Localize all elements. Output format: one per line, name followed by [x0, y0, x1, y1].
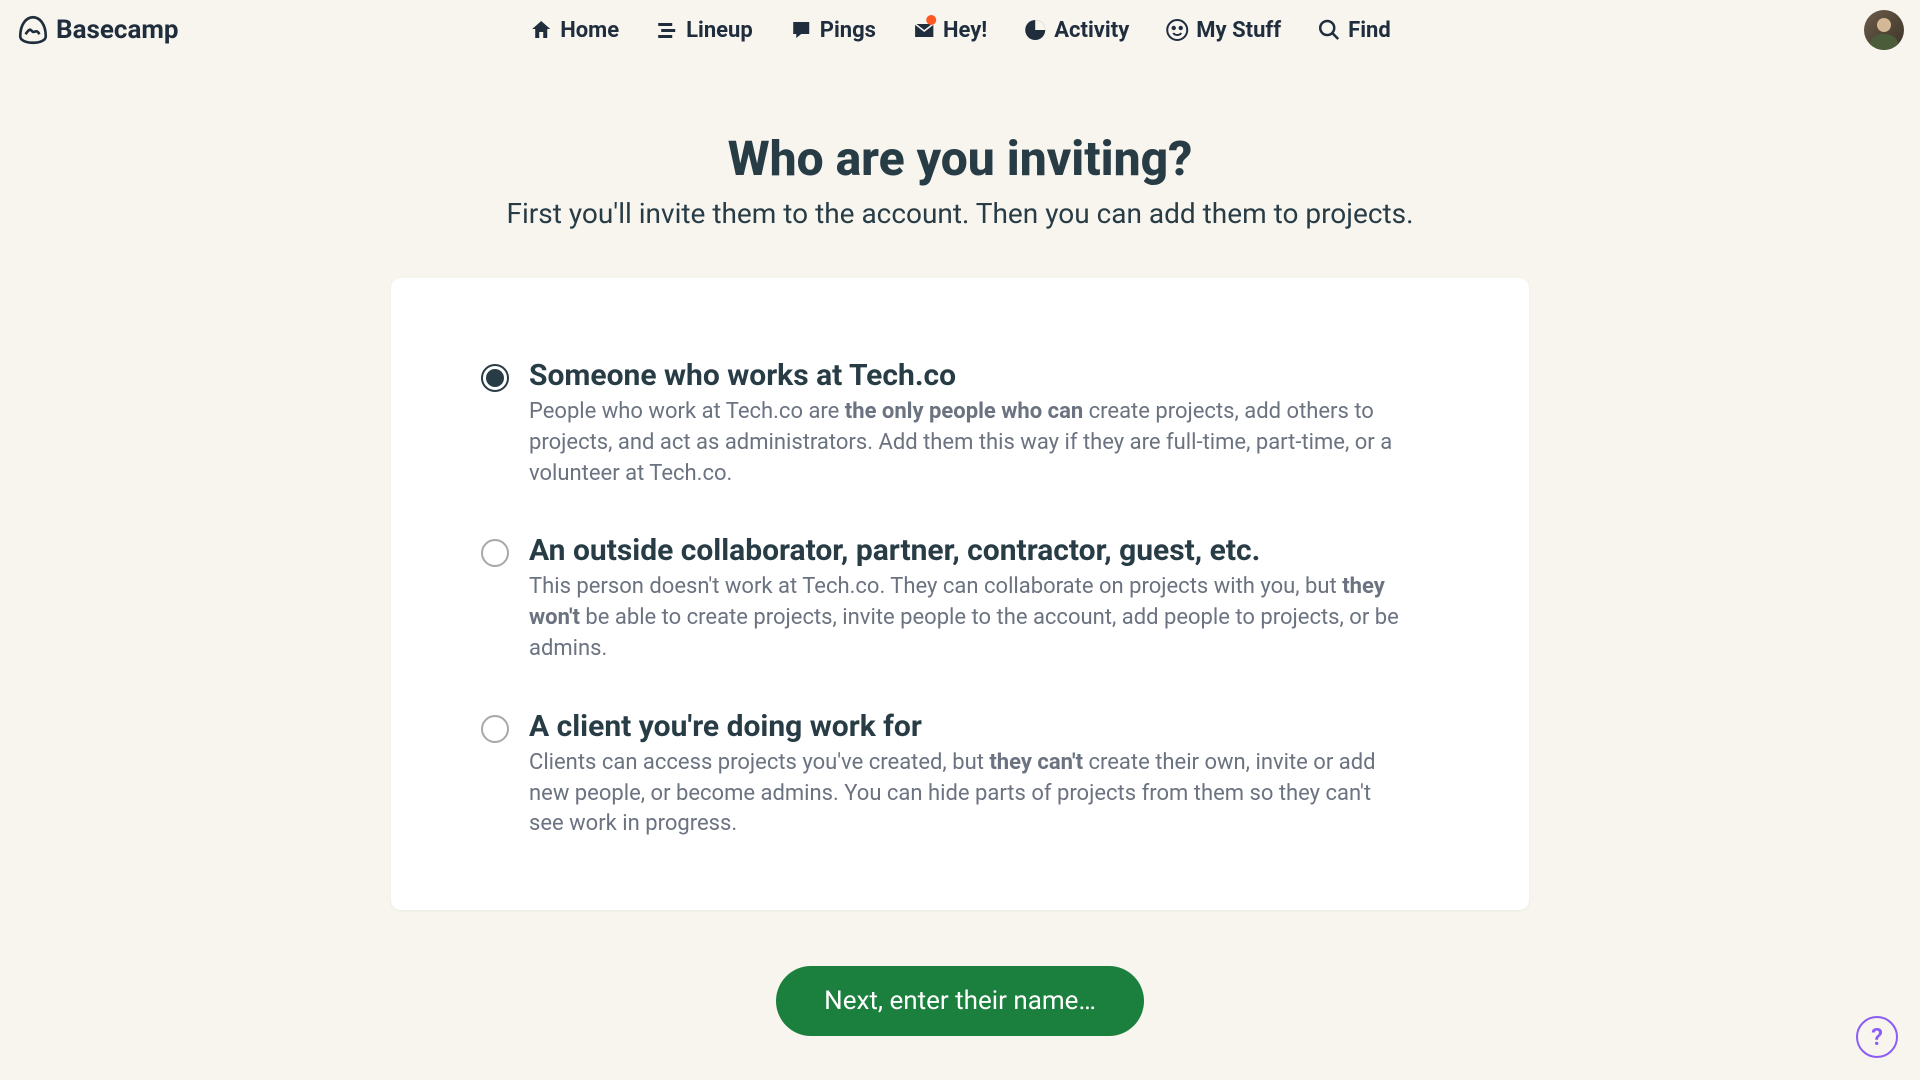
- nav-activity[interactable]: Activity: [1023, 18, 1129, 43]
- option-content: An outside collaborator, partner, contra…: [529, 533, 1409, 664]
- nav-find[interactable]: Find: [1317, 18, 1391, 43]
- nav-pings[interactable]: Pings: [789, 18, 876, 43]
- nav-label: Find: [1348, 18, 1391, 43]
- nav-hey[interactable]: Hey!: [912, 18, 987, 43]
- nav-label: My Stuff: [1196, 18, 1281, 43]
- option-desc: People who work at Tech.co are the only …: [529, 397, 1409, 489]
- nav-label: Hey!: [943, 18, 987, 43]
- invite-options-card: Someone who works at Tech.co People who …: [391, 278, 1529, 910]
- next-button[interactable]: Next, enter their name…: [776, 966, 1144, 1036]
- radio-selected[interactable]: [481, 364, 509, 392]
- nav-lineup[interactable]: Lineup: [655, 18, 753, 43]
- main-content: Who are you inviting? First you'll invit…: [0, 60, 1920, 1036]
- option-desc: This person doesn't work at Tech.co. The…: [529, 572, 1409, 664]
- avatar[interactable]: [1864, 10, 1904, 50]
- help-button[interactable]: ?: [1856, 1016, 1898, 1058]
- nav-home[interactable]: Home: [529, 18, 619, 43]
- radio-unselected[interactable]: [481, 715, 509, 743]
- option-content: Someone who works at Tech.co People who …: [529, 358, 1409, 489]
- notification-dot: [926, 15, 936, 25]
- pings-icon: [789, 18, 813, 42]
- mystuff-icon: [1165, 18, 1189, 42]
- nav-label: Activity: [1054, 18, 1129, 43]
- top-nav: Basecamp Home Lineup Pings Hey! Activity…: [0, 0, 1920, 60]
- radio-unselected[interactable]: [481, 539, 509, 567]
- lineup-icon: [655, 18, 679, 42]
- basecamp-logo-icon: [16, 13, 50, 47]
- page-title: Who are you inviting?: [728, 130, 1193, 187]
- option-content: A client you're doing work for Clients c…: [529, 709, 1409, 840]
- nav-label: Pings: [820, 18, 876, 43]
- nav-label: Lineup: [686, 18, 753, 43]
- nav-mystuff[interactable]: My Stuff: [1165, 18, 1281, 43]
- option-title: Someone who works at Tech.co: [529, 358, 1409, 393]
- option-title: An outside collaborator, partner, contra…: [529, 533, 1409, 568]
- nav-items: Home Lineup Pings Hey! Activity My Stuff…: [529, 18, 1391, 43]
- search-icon: [1317, 18, 1341, 42]
- option-title: A client you're doing work for: [529, 709, 1409, 744]
- activity-icon: [1023, 18, 1047, 42]
- logo[interactable]: Basecamp: [16, 13, 179, 47]
- logo-text: Basecamp: [56, 15, 179, 45]
- option-collaborator[interactable]: An outside collaborator, partner, contra…: [481, 533, 1409, 664]
- nav-label: Home: [560, 18, 619, 43]
- option-client[interactable]: A client you're doing work for Clients c…: [481, 709, 1409, 840]
- option-desc: Clients can access projects you've creat…: [529, 748, 1409, 840]
- option-coworker[interactable]: Someone who works at Tech.co People who …: [481, 358, 1409, 489]
- home-icon: [529, 18, 553, 42]
- page-subtitle: First you'll invite them to the account.…: [507, 197, 1414, 230]
